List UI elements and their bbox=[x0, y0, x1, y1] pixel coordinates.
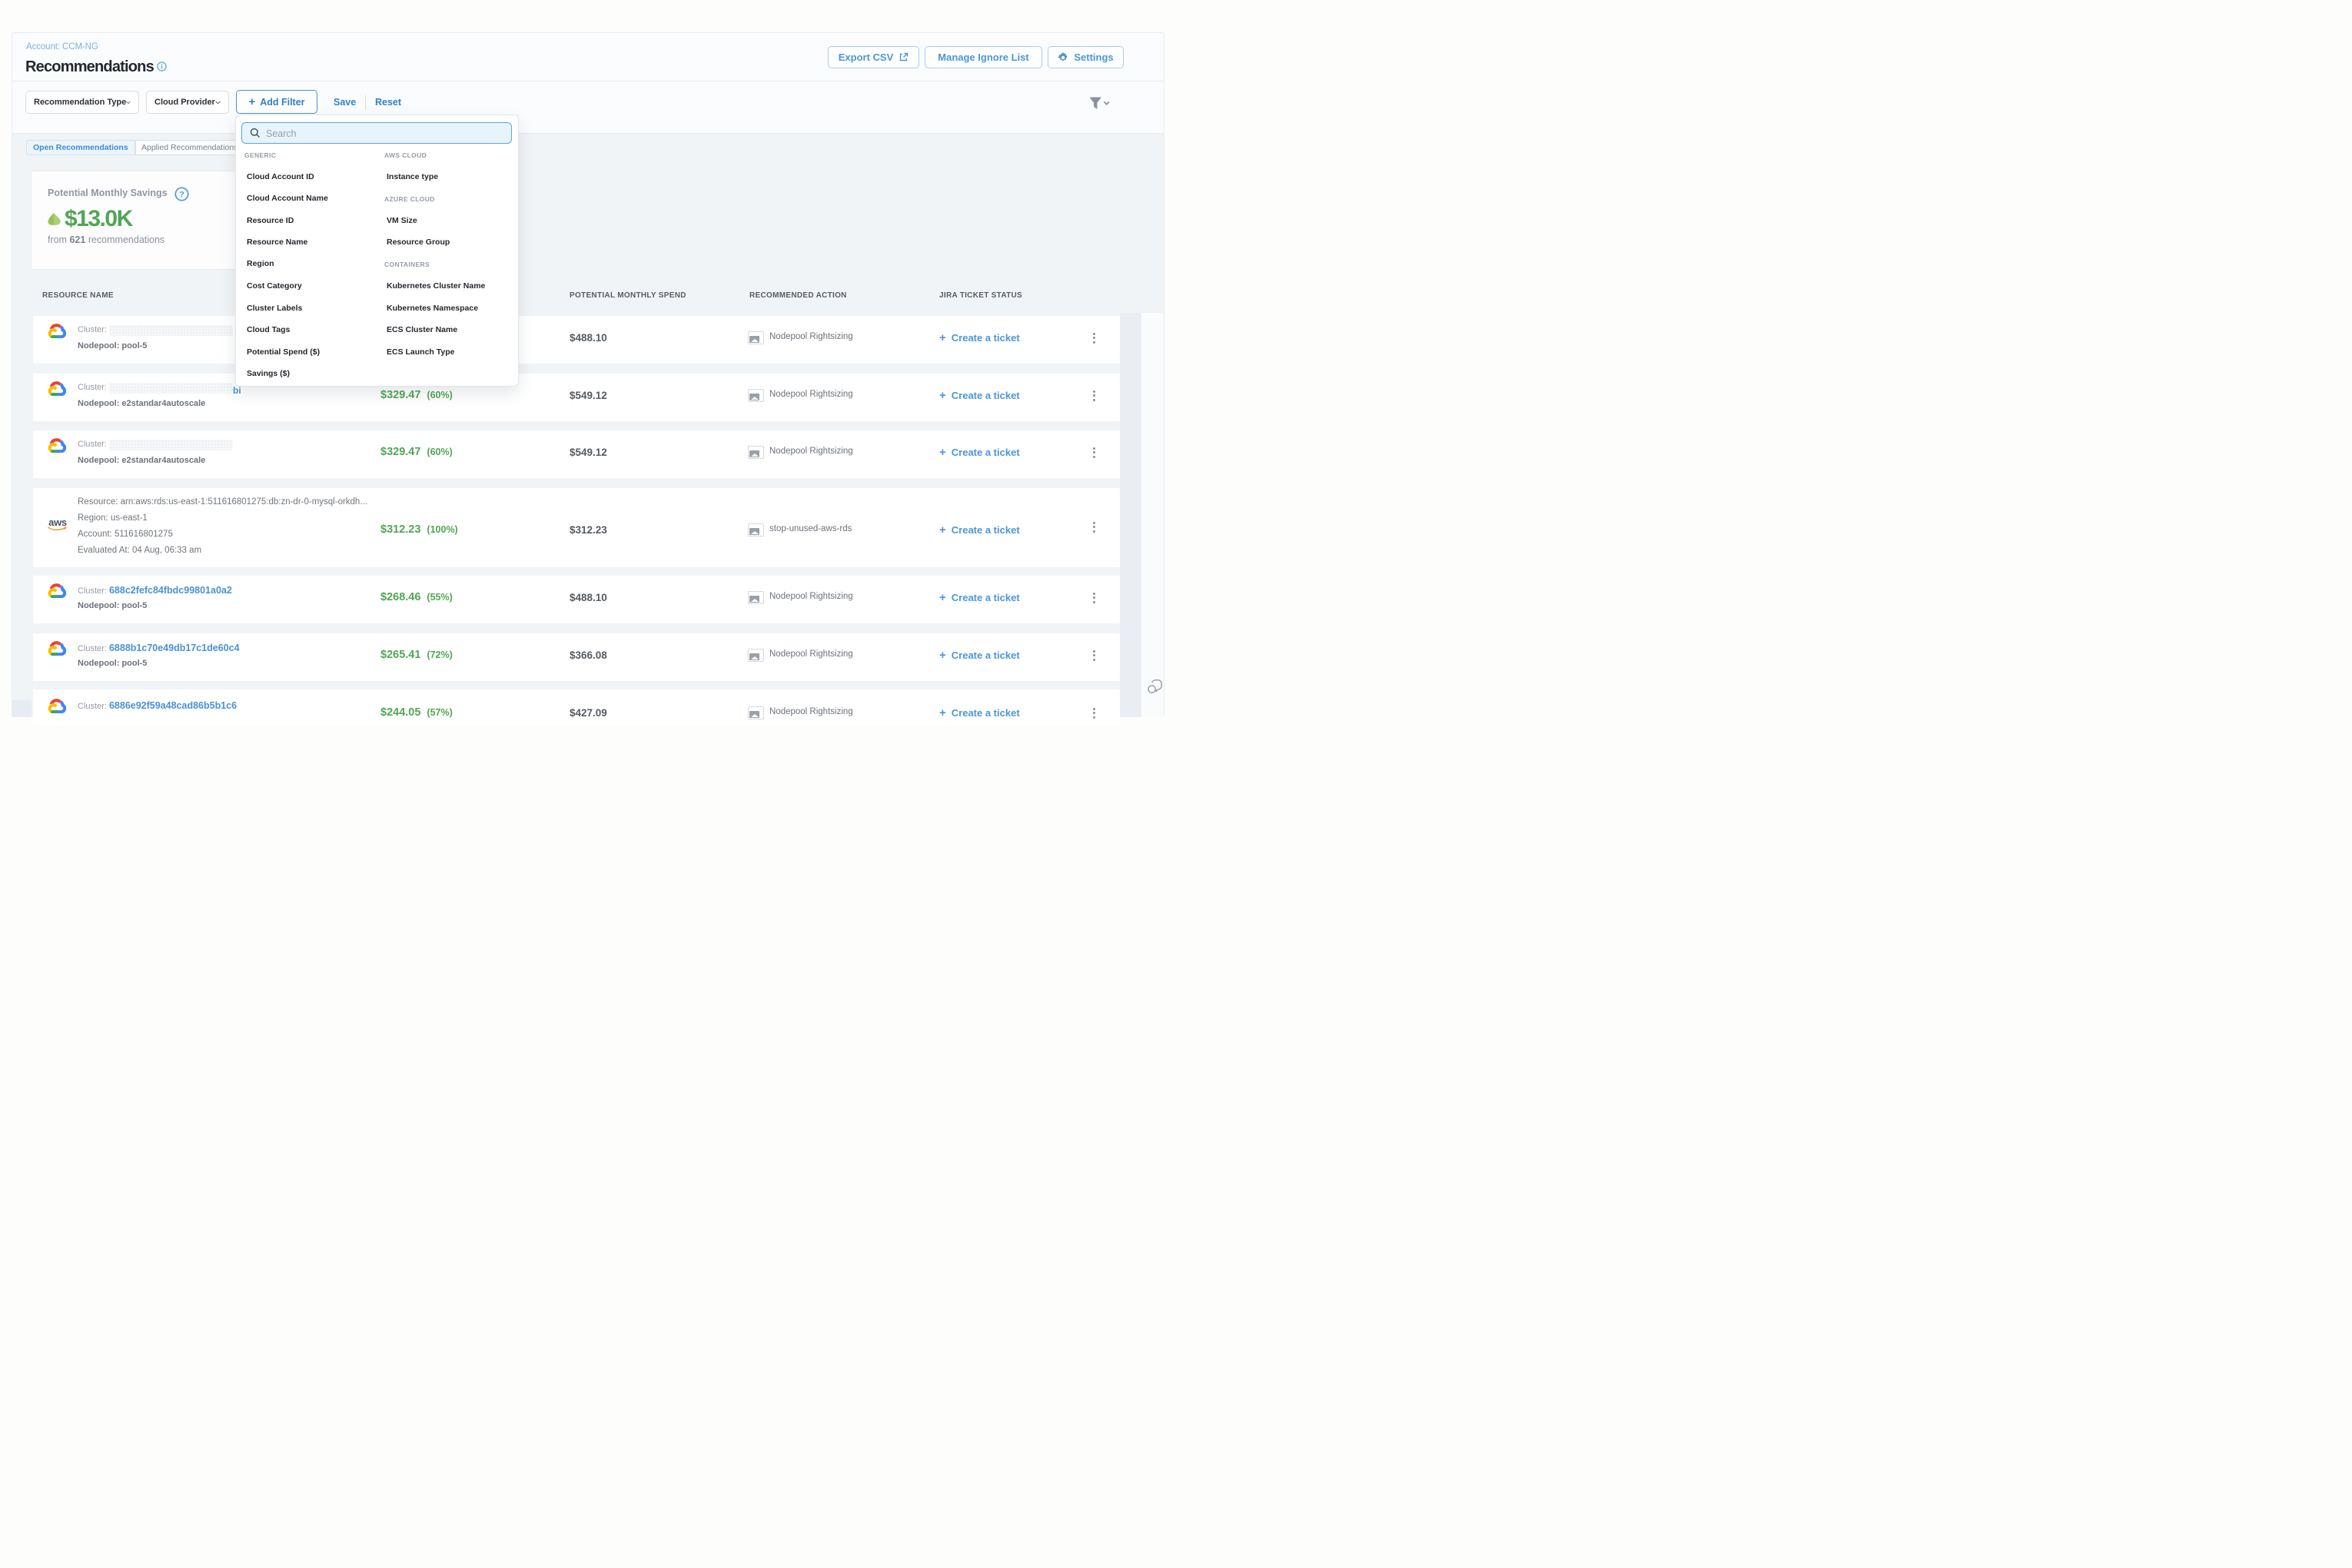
svg-text:?: ? bbox=[179, 191, 184, 200]
